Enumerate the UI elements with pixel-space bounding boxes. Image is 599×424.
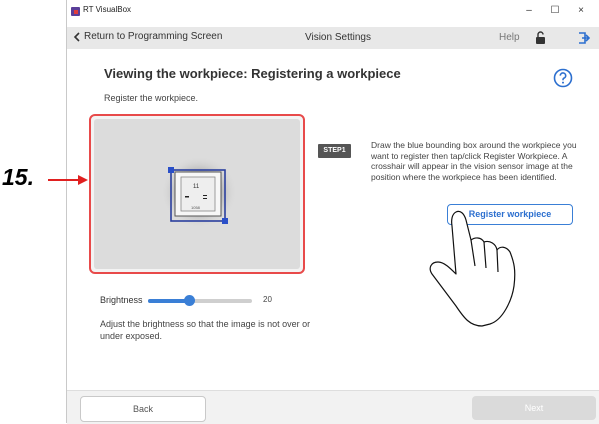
tutorial-overlay bbox=[48, 175, 516, 327]
red-arrow-icon bbox=[48, 175, 88, 185]
pointing-hand-icon bbox=[429, 210, 516, 327]
